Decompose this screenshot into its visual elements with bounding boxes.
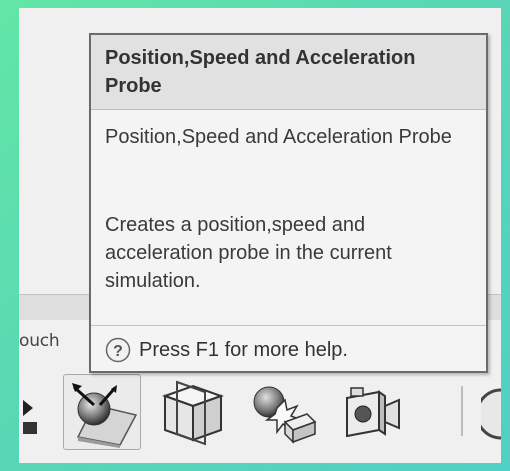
tooltip-panel: Position,Speed and Acceleration Probe Po… <box>89 33 488 373</box>
arrow-icon[interactable] <box>19 392 41 436</box>
application-window: ouch Position,Speed and Acceleration Pro… <box>19 8 501 463</box>
camera-icon[interactable] <box>339 384 405 444</box>
tooltip-description: Creates a position,speed and acceleratio… <box>105 214 392 292</box>
tooltip-help-text: Press F1 for more help. <box>139 339 348 361</box>
tooltip-divider <box>91 325 486 326</box>
help-icon: ? <box>105 337 131 363</box>
section-plane-icon[interactable] <box>159 378 229 446</box>
probe-button[interactable] <box>63 374 141 450</box>
partial-tool-icon[interactable] <box>481 386 501 442</box>
toolbar <box>19 364 501 463</box>
partial-command-label: ouch <box>19 331 60 351</box>
position-speed-acceleration-probe-icon <box>72 383 138 448</box>
collision-icon[interactable] <box>247 378 319 446</box>
tooltip-title: Position,Speed and Acceleration Probe <box>105 47 416 97</box>
tooltip-subtitle: Position,Speed and Acceleration Probe <box>105 126 452 148</box>
svg-text:?: ? <box>113 343 123 360</box>
tooltip-header: Position,Speed and Acceleration Probe <box>91 35 486 110</box>
toolbar-separator <box>461 386 463 436</box>
